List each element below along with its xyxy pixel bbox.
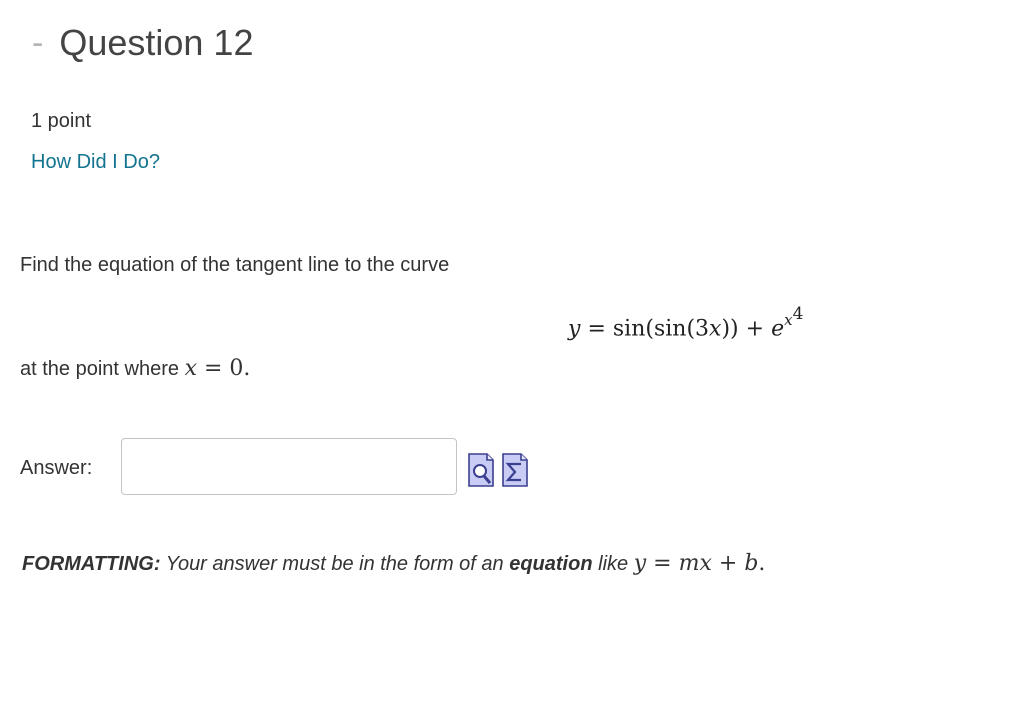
- eq-base: e: [771, 316, 785, 342]
- formatting-text-after: like: [598, 553, 629, 575]
- point-text: at the point where: [20, 358, 179, 380]
- points-label: 1 point: [31, 110, 92, 132]
- formatting-note: FORMATTING: Your answer must be in the f…: [22, 551, 765, 576]
- formatting-example: y = mx + b.: [634, 551, 766, 576]
- answer-input[interactable]: [121, 438, 457, 495]
- curve-equation: y = sin(sin(3x)) + ex4: [568, 304, 803, 342]
- example-equals: =: [653, 551, 672, 576]
- eq-close: )): [721, 316, 739, 342]
- eq-lhs: y: [568, 316, 581, 342]
- point-condition: at the point where x = 0.: [20, 356, 250, 381]
- example-b: b: [744, 551, 759, 576]
- eq-exp-var: x: [784, 311, 793, 329]
- eq-equals: =: [587, 316, 606, 342]
- collapse-toggle-icon[interactable]: -: [32, 23, 43, 63]
- formatting-text-before: Your answer must be in the form of an: [165, 553, 504, 575]
- question-title: Question 12: [59, 22, 254, 63]
- eq-exp-power: 4: [792, 304, 804, 324]
- eq-plus: +: [745, 316, 765, 342]
- point-value: 0: [229, 356, 244, 381]
- example-y: y: [633, 551, 647, 576]
- question-prompt: Find the equation of the tangent line to…: [20, 254, 450, 276]
- example-m: m: [678, 551, 700, 576]
- preview-magnifier-icon[interactable]: [467, 451, 495, 489]
- formatting-label: FORMATTING:: [22, 553, 161, 575]
- equation-sigma-icon[interactable]: [501, 451, 529, 489]
- eq-var: x: [709, 316, 722, 342]
- answer-label: Answer:: [20, 457, 93, 479]
- how-did-i-do-link[interactable]: How Did I Do?: [31, 151, 160, 174]
- eq-fn: sin(sin(3: [612, 316, 710, 342]
- example-x: x: [699, 551, 712, 576]
- example-period: .: [758, 551, 766, 576]
- example-plus: +: [718, 551, 738, 576]
- question-header: - Question 12: [32, 22, 253, 64]
- point-equals: =: [203, 356, 223, 381]
- point-period: .: [243, 356, 251, 381]
- point-var: x: [184, 356, 197, 381]
- formatting-emphasis: equation: [509, 553, 593, 575]
